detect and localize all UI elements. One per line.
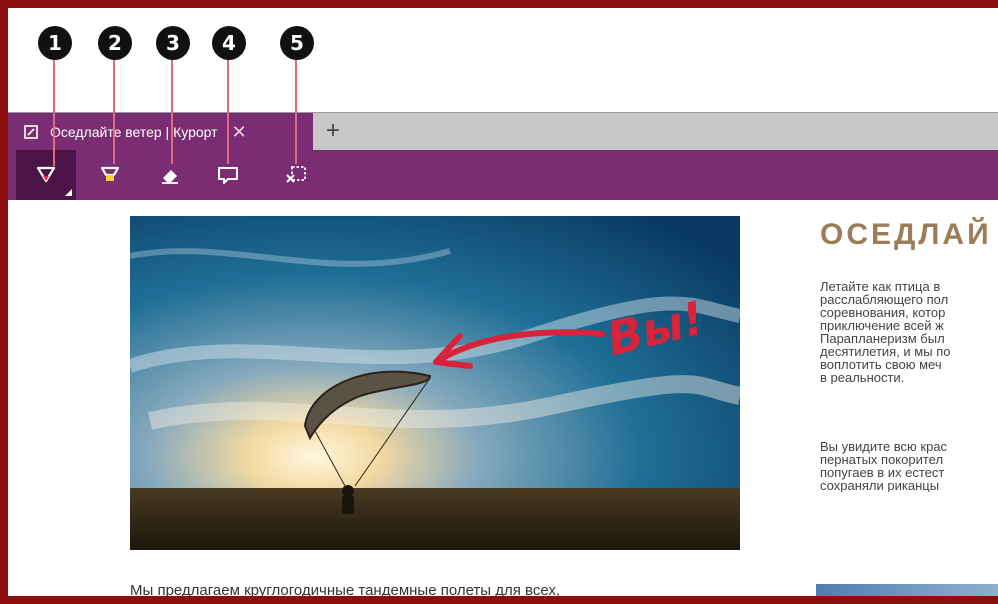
highlighter-icon	[100, 166, 120, 181]
screenshot-frame: 1 2 3 4 5 Оседлайте ветер | Курорт ✕ + В…	[0, 0, 998, 604]
callout-leader-3	[171, 56, 173, 164]
callout-leader-1	[53, 56, 55, 166]
article-paragraph-3: Вы увидите всю крас пернатых покорител п…	[820, 440, 948, 492]
dropdown-triangle-icon	[65, 189, 72, 196]
hero-image: Вы!	[130, 216, 740, 550]
callout-1: 1	[38, 26, 72, 60]
eraser-icon	[162, 170, 178, 184]
paraglider-photo: Вы!	[130, 216, 740, 550]
article-paragraph-1: Летайте как птица в расслабляющего пол с…	[820, 280, 949, 332]
tab-bar: Оседлайте ветер | Курорт ✕ +	[8, 112, 998, 151]
callout-3: 3	[156, 26, 190, 60]
close-tab-icon[interactable]: ✕	[232, 122, 247, 143]
callout-4: 4	[212, 26, 246, 60]
article-heading: ОСЕДЛАЙ	[820, 218, 992, 251]
article-thumbnail-image	[816, 584, 998, 596]
callout-leader-5	[295, 56, 297, 164]
callout-leader-2	[113, 56, 115, 164]
callout-leader-4	[227, 56, 229, 164]
eraser-tool-button[interactable]	[140, 150, 200, 200]
highlighter-tool-button[interactable]	[80, 150, 140, 200]
callout-2: 2	[98, 26, 132, 60]
tab-title: Оседлайте ветер | Курорт	[50, 124, 218, 140]
callout-5: 5	[280, 26, 314, 60]
pen-icon	[36, 166, 56, 183]
page-content: Вы! Мы предлагаем круглогодичные тандемн…	[8, 200, 998, 599]
new-tab-button[interactable]: +	[326, 117, 340, 145]
edit-note-icon	[24, 125, 38, 139]
article-paragraph-2: Парапланеризм был десятилетия, и мы по в…	[820, 332, 951, 384]
web-note-toolbar	[8, 150, 998, 200]
comment-icon	[218, 167, 238, 184]
clip-icon	[286, 166, 306, 183]
article-caption: Мы предлагаем круглогодичные тандемные п…	[130, 582, 561, 599]
pen-tool-button[interactable]	[16, 150, 76, 200]
